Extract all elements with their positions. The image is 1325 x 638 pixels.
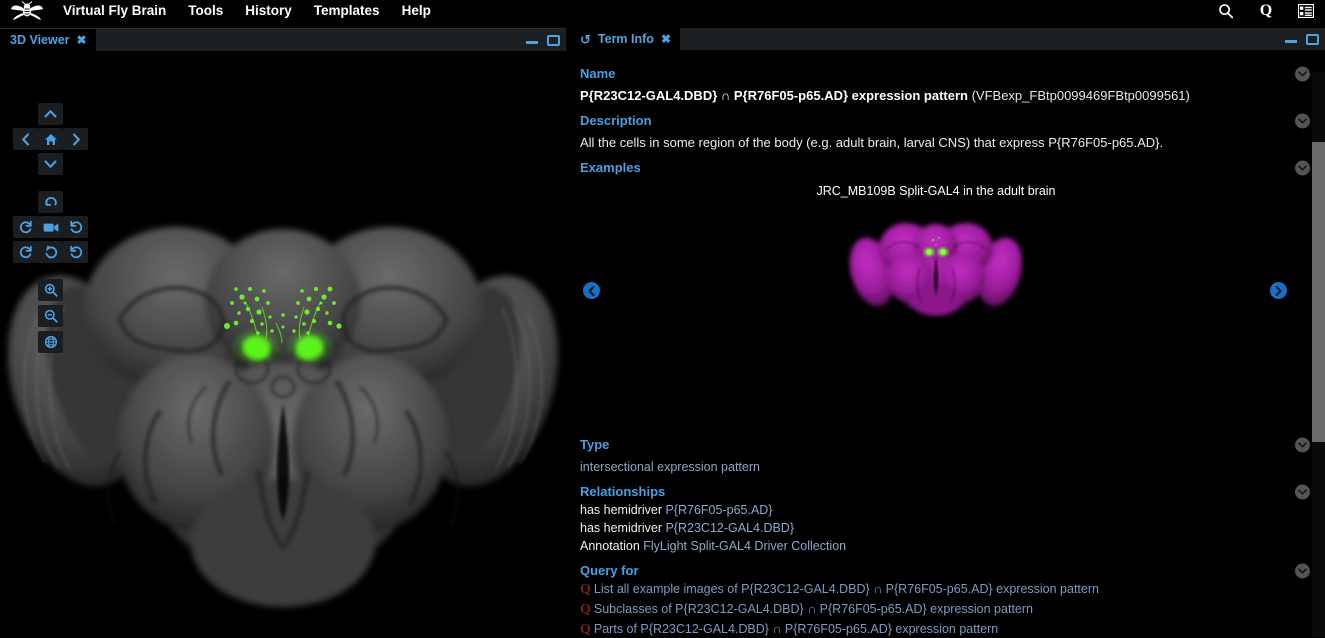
section-title-name: Name [580, 66, 615, 81]
term-info-content: Name P{R23C12-GAL4.DBD} ∩ P{R76F05-p65.A… [570, 50, 1325, 637]
3d-viewer-canvas[interactable] [0, 51, 566, 638]
query-icon: Q [580, 602, 591, 618]
relationship-row: has hemidriver P{R23C12-GAL4.DBD} [580, 521, 1292, 535]
menu-item-tools[interactable]: Tools [177, 0, 234, 22]
rotate-clockwise-2-button[interactable] [63, 241, 88, 263]
relationship-predicate: Annotation [580, 539, 640, 553]
minimize-icon[interactable] [1285, 40, 1297, 43]
rotate-reset-button[interactable] [38, 241, 63, 263]
relationship-predicate: has hemidriver [580, 521, 662, 535]
camera-button[interactable] [38, 216, 63, 238]
term-info-window-controls [1285, 28, 1319, 50]
section-header-type: Type [580, 437, 1292, 452]
type-value-link[interactable]: intersectional expression pattern [580, 460, 1292, 474]
relationship-object-link[interactable]: P{R76F05-p65.AD} [665, 503, 772, 517]
maximize-icon[interactable] [1306, 34, 1319, 45]
relationship-object-link[interactable]: FlyLight Split-GAL4 Driver Collection [643, 539, 846, 553]
close-icon[interactable]: ✖ [661, 33, 671, 45]
term-info-scrollbar[interactable] [1312, 72, 1325, 637]
section-title-examples: Examples [580, 160, 641, 175]
example-image[interactable] [846, 212, 1026, 323]
rotate-clockwise-button[interactable] [63, 216, 88, 238]
maximize-icon[interactable] [547, 35, 560, 46]
term-name-text: P{R23C12-GAL4.DBD} ∩ P{R76F05-p65.AD} ex… [580, 88, 968, 103]
relationship-object-link[interactable]: P{R23C12-GAL4.DBD} [665, 521, 794, 535]
section-header-description: Description [580, 113, 1292, 128]
chevron-down-icon[interactable] [1295, 66, 1310, 81]
top-menu-bar: Virtual Fly Brain Tools History Template… [0, 0, 1325, 22]
term-info-scroll-area: Name P{R23C12-GAL4.DBD} ∩ P{R76F05-p65.A… [570, 50, 1310, 637]
rotate-counterclockwise-button[interactable] [13, 216, 38, 238]
section-title-description: Description [580, 113, 652, 128]
globe-button[interactable] [38, 331, 63, 353]
term-id: (VFBexp_FBtp0099469FBtp0099561) [972, 88, 1190, 103]
fly-logo-icon[interactable] [10, 1, 44, 21]
query-link[interactable]: Q List all example images of P{R23C12-GA… [580, 582, 1292, 598]
examples-carousel: JRC_MB109B Split-GAL4 in the adult brain [580, 184, 1292, 427]
viewer-window-controls [526, 29, 560, 51]
query-link-label: Subclasses of P{R23C12-GAL4.DBD} ∩ P{R76… [594, 602, 1033, 616]
chevron-down-icon[interactable] [1295, 113, 1310, 128]
viewer-panel: 3D Viewer ✖ [0, 28, 566, 637]
menu-item-virtual-fly-brain[interactable]: Virtual Fly Brain [52, 0, 177, 22]
pan-right-button[interactable] [63, 128, 88, 150]
chevron-down-icon[interactable] [1295, 484, 1310, 499]
viewer-titlebar: 3D Viewer ✖ [0, 29, 566, 51]
close-icon[interactable]: ✖ [77, 34, 87, 46]
rotate-counterclockwise-2-button[interactable] [13, 241, 38, 263]
section-header-query-for: Query for [580, 563, 1292, 578]
chevron-down-icon[interactable] [1295, 160, 1310, 175]
query-link[interactable]: Q Parts of P{R23C12-GAL4.DBD} ∩ P{R76F05… [580, 622, 1292, 637]
search-icon[interactable] [1217, 2, 1235, 20]
term-info-titlebar: ↺ Term Info ✖ [570, 28, 1325, 50]
history-icon[interactable]: ↺ [580, 33, 591, 46]
pan-up-button[interactable] [38, 103, 63, 125]
term-name: P{R23C12-GAL4.DBD} ∩ P{R76F05-p65.AD} ex… [580, 88, 1292, 103]
section-header-relationships: Relationships [580, 484, 1292, 499]
section-title-type: Type [580, 437, 609, 452]
carousel-prev-button[interactable] [583, 282, 600, 299]
section-header-examples: Examples [580, 160, 1292, 175]
query-link-label: List all example images of P{R23C12-GAL4… [594, 582, 1099, 596]
carousel-next-button[interactable] [1270, 282, 1287, 299]
tab-term-info[interactable]: ↺ Term Info ✖ [570, 28, 680, 50]
relationship-row: has hemidriver P{R76F05-p65.AD} [580, 503, 1292, 517]
query-link-label: Parts of P{R23C12-GAL4.DBD} ∩ P{R76F05-p… [594, 622, 998, 636]
section-header-name: Name [580, 66, 1292, 81]
example-caption: JRC_MB109B Split-GAL4 in the adult brain [580, 184, 1292, 198]
menu-item-history[interactable]: History [234, 0, 303, 22]
minimize-icon[interactable] [526, 41, 538, 44]
query-icon[interactable]: Q [1257, 2, 1275, 20]
query-icon: Q [580, 582, 591, 598]
home-button[interactable] [38, 128, 63, 150]
menu-item-help[interactable]: Help [391, 0, 442, 22]
query-icon: Q [580, 622, 591, 637]
pan-down-button[interactable] [38, 153, 63, 175]
list-icon[interactable] [1297, 2, 1315, 20]
tab-3d-viewer-label: 3D Viewer [10, 33, 70, 47]
section-title-query-for: Query for [580, 563, 639, 578]
zoom-in-button[interactable] [38, 279, 63, 301]
pan-left-button[interactable] [13, 128, 38, 150]
menu-item-templates[interactable]: Templates [303, 0, 391, 22]
chevron-down-icon[interactable] [1295, 437, 1310, 452]
relationship-predicate: has hemidriver [580, 503, 662, 517]
tab-3d-viewer[interactable]: 3D Viewer ✖ [0, 29, 96, 51]
tab-term-info-label: Term Info [598, 32, 654, 46]
chevron-down-icon[interactable] [1295, 563, 1310, 578]
scrollbar-thumb[interactable] [1312, 142, 1325, 442]
zoom-out-button[interactable] [38, 305, 63, 327]
term-info-panel: ↺ Term Info ✖ Name P{R23C12-GAL4.DBD} ∩ … [570, 28, 1325, 637]
rotate-button[interactable] [38, 191, 63, 213]
relationship-row: Annotation FlyLight Split-GAL4 Driver Co… [580, 539, 1292, 553]
section-title-relationships: Relationships [580, 484, 665, 499]
query-link[interactable]: Q Subclasses of P{R23C12-GAL4.DBD} ∩ P{R… [580, 602, 1292, 618]
description-text: All the cells in some region of the body… [580, 135, 1292, 150]
topbar-actions: Q [1217, 2, 1325, 20]
